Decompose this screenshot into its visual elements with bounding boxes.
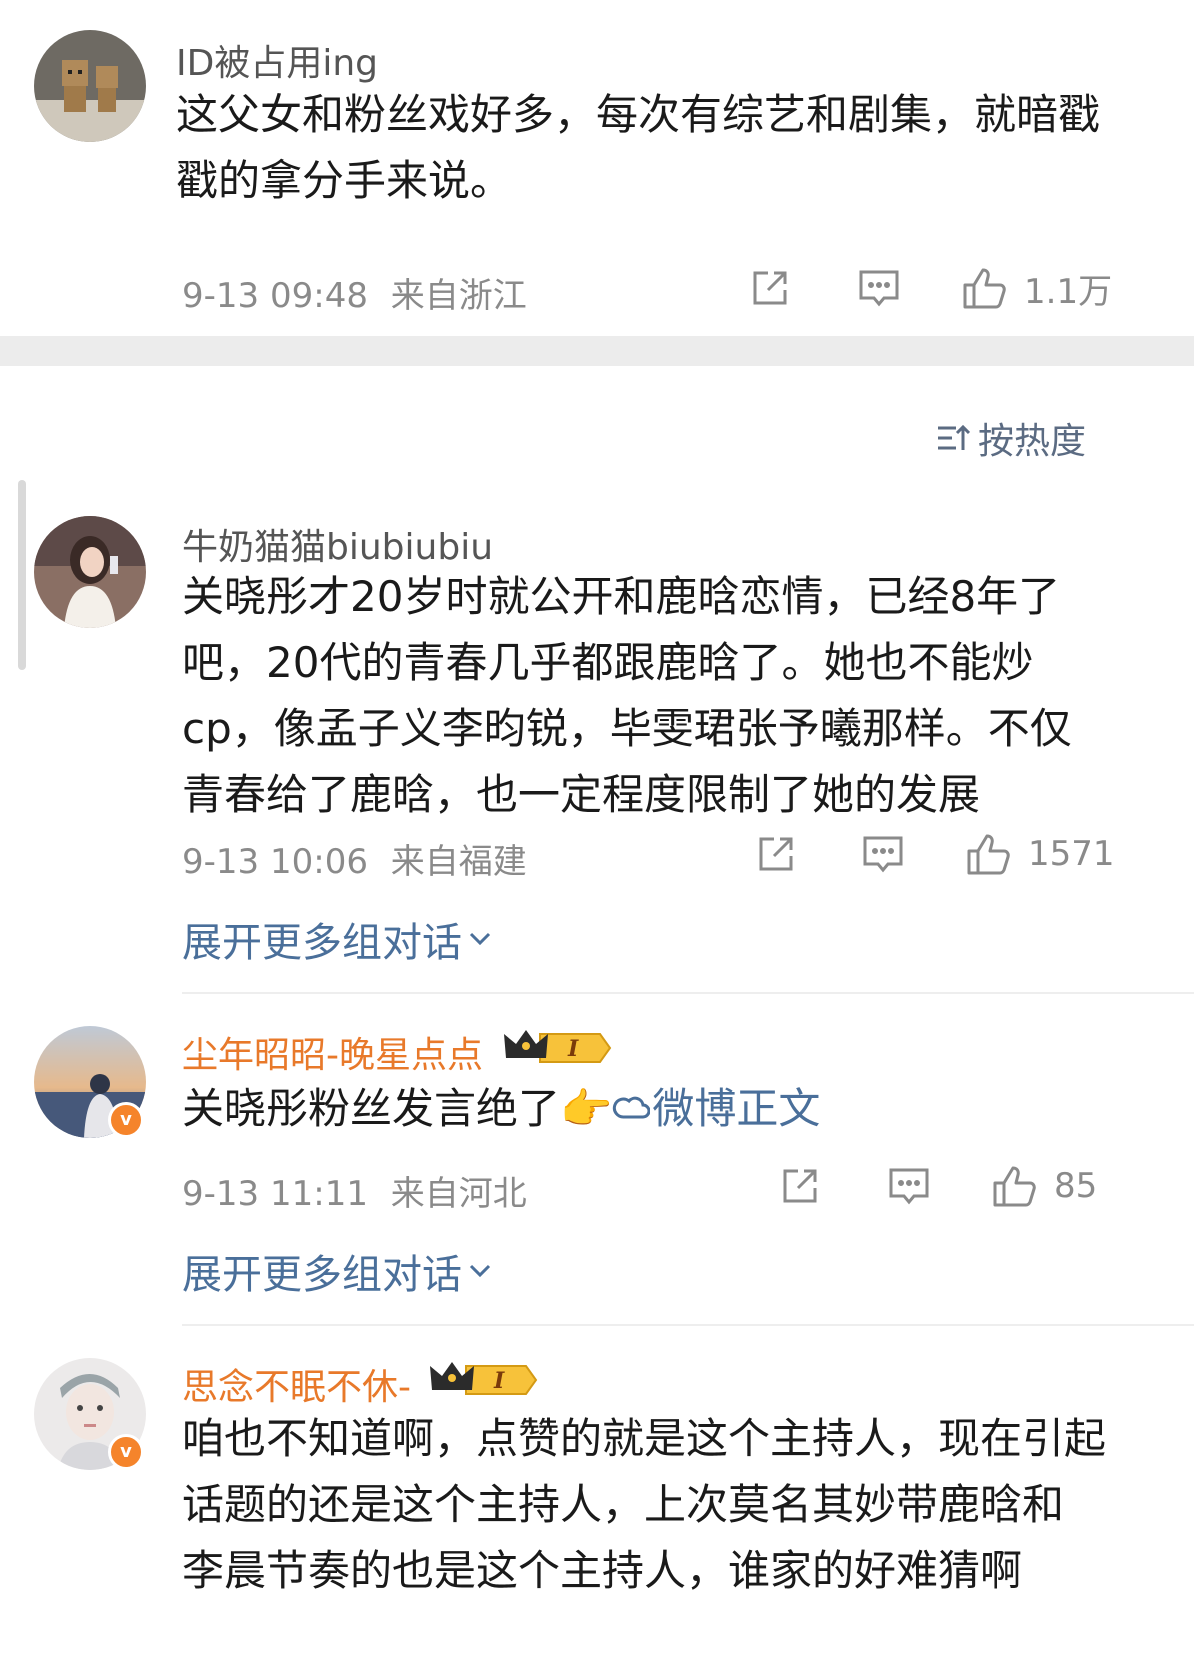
- chevron-down-icon: [469, 1264, 491, 1278]
- expand-label: 展开更多组对话: [182, 1252, 462, 1298]
- share-button[interactable]: [750, 264, 790, 312]
- timestamp: 9-13 10:06: [182, 842, 368, 882]
- like-button[interactable]: 1571: [966, 830, 1115, 878]
- thumbs-up-icon: [963, 268, 1006, 309]
- thumbs-up-icon: [993, 1166, 1036, 1207]
- like-count: 85: [1054, 1166, 1098, 1206]
- location: 来自福建: [390, 842, 527, 882]
- vip-badge[interactable]: I: [502, 1026, 612, 1066]
- username[interactable]: ID被占用ing: [176, 34, 378, 86]
- share-icon: [753, 271, 787, 305]
- comment-time: 9-13 11:11 来自河北: [182, 1166, 527, 1215]
- comment-time: 9-13 10:06 来自福建: [182, 834, 527, 883]
- section-separator: [0, 336, 1194, 366]
- weibo-link-text: 微博正文: [652, 1084, 821, 1133]
- vip-badge[interactable]: I: [428, 1358, 538, 1398]
- comment-line: 李晨节奏的也是这个主持人，谁家的好难猜啊: [182, 1546, 1023, 1595]
- timestamp: 9-13 09:48: [182, 276, 368, 316]
- reply-button[interactable]: [862, 830, 904, 878]
- vip-level: I: [567, 1036, 579, 1062]
- comment-line: 青春给了鹿晗，也一定程度限制了她的发展: [182, 770, 981, 819]
- expand-conversation-link[interactable]: 展开更多组对话: [182, 1242, 492, 1300]
- sort-toggle[interactable]: 按热度: [936, 412, 1086, 464]
- divider: [182, 1324, 1194, 1326]
- crown-icon: I: [504, 1030, 612, 1063]
- share-icon: [783, 1169, 817, 1203]
- share-button[interactable]: [756, 830, 796, 878]
- location: 来自河北: [390, 1174, 527, 1214]
- comment-icon: [863, 836, 903, 873]
- divider: [182, 992, 1194, 994]
- like-button[interactable]: 85: [992, 1162, 1097, 1210]
- share-icon: [759, 837, 793, 871]
- crown-icon: I: [430, 1362, 538, 1395]
- comment-icon: [889, 1168, 929, 1205]
- like-count: 1.1万: [1024, 271, 1113, 312]
- comment-line: 咱也不知道啊，点赞的就是这个主持人，现在引起: [182, 1414, 1107, 1463]
- chevron-down-icon: [469, 932, 491, 946]
- sort-icon: [937, 424, 970, 450]
- thumbs-up-icon: [967, 834, 1010, 875]
- scroll-indicator: [18, 480, 26, 670]
- avatar[interactable]: [34, 30, 146, 142]
- share-button[interactable]: [780, 1162, 820, 1210]
- comment-text: 关晓彤粉丝发言绝了👉 微博正文: [182, 1076, 820, 1142]
- username[interactable]: 牛奶猫猫biubiubiu: [182, 518, 493, 570]
- comment-text: 关晓彤才20岁时就公开和鹿晗恋情，已经8年了 吧，20代的青春几乎都跟鹿晗了。她…: [182, 564, 1072, 828]
- comment-line: 关晓彤粉丝发言绝了: [182, 1084, 561, 1133]
- comment-line: 吧，20代的青春几乎都跟鹿晗了。她也不能炒: [182, 638, 1034, 687]
- comment-line: 这父女和粉丝戏好多，每次有综艺和剧集，就暗戳: [176, 90, 1101, 139]
- comment-line: 话题的还是这个主持人，上次莫名其妙带鹿晗和: [182, 1480, 1065, 1529]
- comment-line: 戳的拿分手来说。: [176, 156, 513, 205]
- location: 来自浙江: [390, 276, 527, 316]
- reply-button[interactable]: [858, 264, 900, 312]
- like-count: 1571: [1028, 834, 1115, 874]
- comment-icon: [859, 270, 899, 307]
- verified-badge: v: [108, 1102, 144, 1138]
- like-button[interactable]: 1.1万: [962, 264, 1112, 312]
- sort-label: 按热度: [977, 421, 1086, 462]
- comment-text: 咱也不知道啊，点赞的就是这个主持人，现在引起 话题的还是这个主持人，上次莫名其妙…: [182, 1406, 1106, 1604]
- pointing-hand-emoji: 👉: [560, 1084, 613, 1133]
- verified-badge: v: [108, 1434, 144, 1470]
- comment-time: 9-13 09:48 来自浙江: [182, 268, 527, 317]
- reply-button[interactable]: [888, 1162, 930, 1210]
- vip-level: I: [493, 1368, 505, 1394]
- timestamp: 9-13 11:11: [182, 1174, 368, 1214]
- avatar[interactable]: [34, 516, 146, 628]
- expand-conversation-link[interactable]: 展开更多组对话: [182, 910, 492, 968]
- link-icon: [613, 1096, 651, 1119]
- comment-line: 关晓彤才20岁时就公开和鹿晗恋情，已经8年了: [182, 572, 1061, 621]
- username[interactable]: 思念不眠不休-: [182, 1358, 411, 1410]
- expand-label: 展开更多组对话: [182, 920, 462, 966]
- comment-line: cp，像孟子义李昀锐，毕雯珺张予曦那样。不仅: [182, 704, 1072, 753]
- weibo-link[interactable]: 微博正文: [612, 1084, 820, 1133]
- username[interactable]: 尘年昭昭-晚星点点: [182, 1026, 483, 1078]
- comment-text: 这父女和粉丝戏好多，每次有综艺和剧集，就暗戳 戳的拿分手来说。: [176, 82, 1100, 214]
